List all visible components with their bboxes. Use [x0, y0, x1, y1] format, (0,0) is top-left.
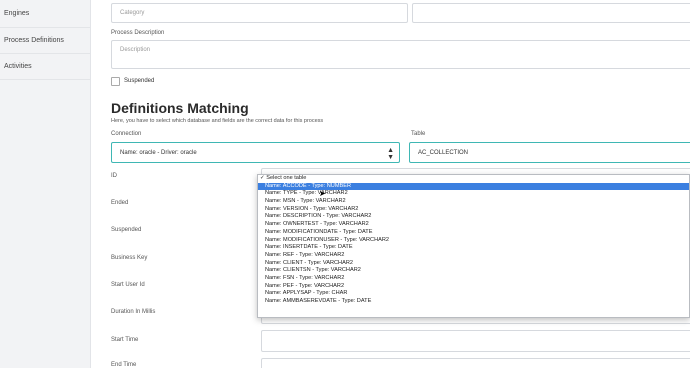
- sidebar-item-process-definitions[interactable]: Process Definitions: [0, 28, 90, 54]
- process-description-label: Process Description: [111, 30, 165, 36]
- end-time-select[interactable]: [261, 358, 690, 368]
- dropdown-option[interactable]: Name: DESCRIPTION - Type: VARCHAR2: [258, 213, 689, 221]
- dropdown-option[interactable]: Name: APPLYSAP - Type: CHAR: [258, 290, 689, 298]
- dropdown-option[interactable]: Name: PEF - Type: VARCHAR2: [258, 283, 689, 291]
- dropdown-option[interactable]: Name: MODIFICATIONUSER - Type: VARCHAR2: [258, 237, 689, 245]
- dropdown-option[interactable]: Name: MSN - Type: VARCHAR2: [258, 198, 689, 206]
- definitions-matching-title: Definitions Matching: [111, 100, 249, 116]
- field-label-duration-in-millis: Duration In Millis: [111, 309, 156, 315]
- right-top-input[interactable]: [412, 3, 690, 23]
- start-time-select[interactable]: [261, 330, 690, 352]
- field-label-id: ID: [111, 173, 117, 179]
- connection-select-value: Name: oracle - Driver: oracle: [120, 150, 197, 156]
- connection-label: Connection: [111, 131, 142, 137]
- field-label-start-time: Start Time: [111, 337, 139, 343]
- sidebar: Engines Process Definitions Activities: [0, 0, 91, 368]
- dropdown-option[interactable]: Name: CLIENTSN - Type: VARCHAR2: [258, 267, 689, 275]
- dropdown-option[interactable]: Name: MODIFICATIONDATE - Type: DATE: [258, 229, 689, 237]
- field-label-business-key: Business Key: [111, 255, 148, 261]
- suspended-checkbox-label: Suspended: [124, 78, 155, 84]
- dropdown-option[interactable]: Name: VERSION - Type: VARCHAR2: [258, 206, 689, 214]
- dropdown-option[interactable]: Name: INSERTDATE - Type: DATE: [258, 244, 689, 252]
- dropdown-option[interactable]: Name: FSN - Type: VARCHAR2: [258, 275, 689, 283]
- field-label-ended: Ended: [111, 200, 129, 206]
- dropdown-option[interactable]: ✓ Select one table: [258, 175, 689, 183]
- description-textarea[interactable]: Description: [111, 40, 690, 69]
- field-label-end-time: End Time: [111, 362, 137, 368]
- suspended-checkbox[interactable]: [111, 77, 120, 86]
- dropdown-option[interactable]: Name: CLIENT - Type: VARCHAR2: [258, 260, 689, 268]
- table-select[interactable]: AC_COLLECTION: [409, 142, 690, 163]
- table-label: Table: [411, 131, 426, 137]
- definitions-matching-subtitle: Here, you have to select which database …: [111, 118, 324, 124]
- sidebar-item-activities[interactable]: Activities: [0, 54, 90, 80]
- field-label-suspended: Suspended: [111, 227, 142, 233]
- connection-select[interactable]: Name: oracle - Driver: oracle ▲ ▼: [111, 142, 400, 163]
- field-label-start-user-id: Start User Id: [111, 282, 145, 288]
- sidebar-item-engines[interactable]: Engines: [0, 0, 90, 28]
- dropdown-option[interactable]: Name: OWNERTEST - Type: VARCHAR2: [258, 221, 689, 229]
- mouse-cursor-icon: ➤: [319, 189, 326, 198]
- app: Engines Process Definitions Activities C…: [0, 0, 690, 368]
- select-arrows-icon: ▲ ▼: [387, 147, 394, 161]
- table-select-value: AC_COLLECTION: [418, 150, 469, 156]
- dropdown-option[interactable]: Name: AMMBASEREVDATE - Type: DATE: [258, 298, 689, 306]
- dropdown-option[interactable]: Name: REF - Type: VARCHAR2: [258, 252, 689, 260]
- category-input[interactable]: Category: [111, 3, 408, 23]
